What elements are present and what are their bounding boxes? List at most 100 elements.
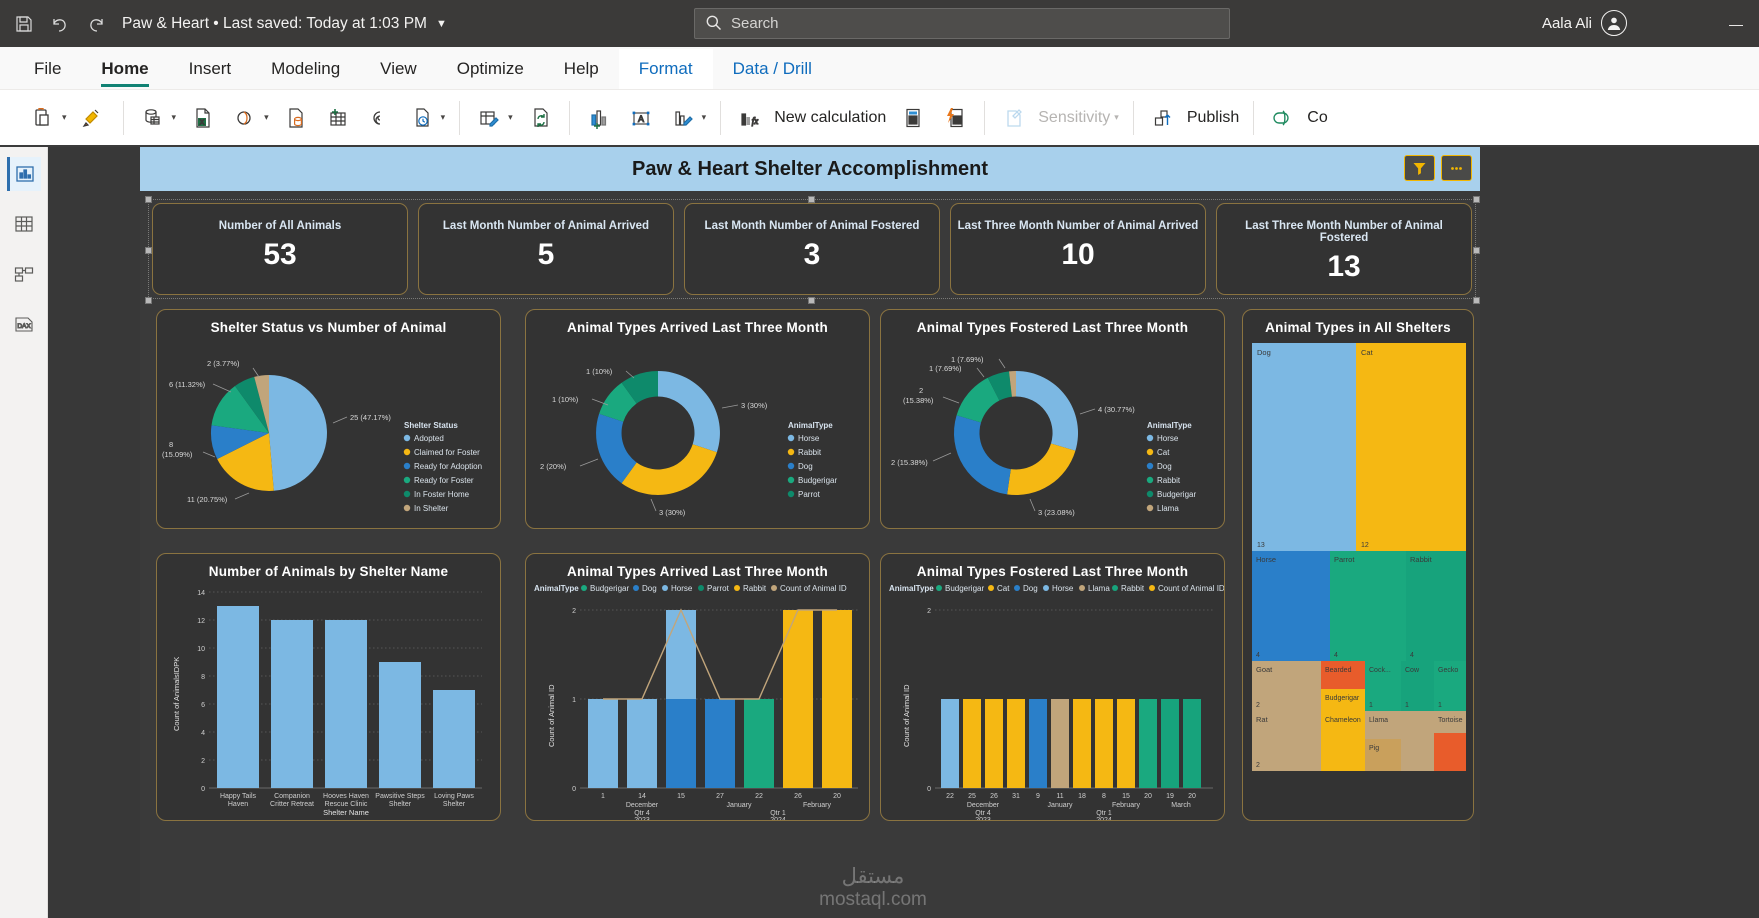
bar[interactable] bbox=[1029, 699, 1047, 788]
bar[interactable] bbox=[1073, 699, 1091, 788]
bar[interactable] bbox=[325, 620, 367, 788]
legend-item[interactable]: Budgerigar bbox=[945, 584, 984, 593]
legend-item[interactable]: Horse bbox=[1157, 434, 1179, 443]
bar[interactable] bbox=[705, 699, 735, 788]
legend-item[interactable]: Dog bbox=[798, 462, 813, 471]
legend-item[interactable]: In Foster Home bbox=[414, 490, 470, 499]
sidebar-item-report-view[interactable] bbox=[6, 157, 41, 191]
undo-icon[interactable] bbox=[42, 7, 78, 41]
tab-view[interactable]: View bbox=[360, 49, 437, 89]
legend-item[interactable]: Dog bbox=[642, 584, 657, 593]
copilot-button[interactable]: Co bbox=[1262, 95, 1333, 141]
legend-item[interactable]: Ready for Foster bbox=[414, 476, 474, 485]
resize-handle[interactable] bbox=[145, 247, 152, 254]
legend-item[interactable]: Ready for Adoption bbox=[414, 462, 482, 471]
legend-item[interactable]: Rabbit bbox=[1157, 476, 1181, 485]
tab-home[interactable]: Home bbox=[81, 49, 168, 89]
bar[interactable] bbox=[1183, 699, 1201, 788]
tab-format[interactable]: Format bbox=[618, 49, 713, 89]
bar[interactable] bbox=[744, 699, 774, 788]
legend-item[interactable]: Count of Animal ID bbox=[1158, 584, 1225, 593]
bar[interactable] bbox=[1007, 699, 1025, 788]
new-calculation-button[interactable]: fx New calculation bbox=[729, 95, 892, 141]
visual-animals-by-shelter-bar[interactable]: Number of Animals by Shelter Name Count … bbox=[156, 553, 501, 821]
bar[interactable] bbox=[822, 610, 852, 788]
publish-button[interactable]: Publish bbox=[1142, 95, 1245, 141]
bar[interactable] bbox=[379, 662, 421, 788]
search-input[interactable] bbox=[731, 15, 1219, 32]
bar[interactable] bbox=[588, 699, 618, 788]
refresh-button[interactable] bbox=[519, 95, 561, 141]
bar[interactable] bbox=[1139, 699, 1157, 788]
sidebar-item-dax-query-view[interactable]: DAX bbox=[7, 307, 41, 341]
bar[interactable] bbox=[963, 699, 981, 788]
legend-item[interactable]: Dog bbox=[1023, 584, 1038, 593]
resize-handle[interactable] bbox=[145, 196, 152, 203]
bar[interactable] bbox=[941, 699, 959, 788]
bar[interactable] bbox=[985, 699, 1003, 788]
visual-arrived-by-day-combo[interactable]: Animal Types Arrived Last Three Month An… bbox=[525, 553, 870, 821]
tab-modeling[interactable]: Modeling bbox=[251, 49, 360, 89]
legend-item[interactable]: Parrot bbox=[798, 490, 821, 499]
more-visuals-button[interactable]: ▾ bbox=[662, 95, 713, 141]
sensitivity-button[interactable]: Sensitivity ▾ bbox=[993, 95, 1125, 141]
legend-item[interactable]: Cat bbox=[997, 584, 1010, 593]
visual-animal-types-treemap[interactable]: Animal Types in All Shelters Dog 13 Cat … bbox=[1242, 309, 1474, 821]
legend-item[interactable]: Count of Animal ID bbox=[780, 584, 847, 593]
bar[interactable] bbox=[271, 620, 313, 788]
visual-animal-types-arrived-donut[interactable]: Animal Types Arrived Last Three Month 3 … bbox=[525, 309, 870, 529]
legend-item[interactable]: Cat bbox=[1157, 448, 1170, 457]
legend-item[interactable]: Dog bbox=[1157, 462, 1172, 471]
more-options-button[interactable] bbox=[1441, 155, 1472, 181]
chevron-down-icon[interactable]: ▼ bbox=[436, 18, 447, 30]
get-data-button[interactable]: ▾ bbox=[132, 95, 183, 141]
bar[interactable] bbox=[627, 699, 657, 788]
resize-handle[interactable] bbox=[808, 297, 815, 304]
kpi-card[interactable]: Last Month Number of Animal Arrived 5 bbox=[418, 203, 674, 295]
excel-workbook-button[interactable]: X bbox=[182, 95, 224, 141]
user-account[interactable]: Aala Ali bbox=[1542, 10, 1627, 36]
bar[interactable] bbox=[217, 606, 259, 788]
bar[interactable] bbox=[783, 610, 813, 788]
resize-handle[interactable] bbox=[1473, 297, 1480, 304]
visual-shelter-status-pie[interactable]: Shelter Status vs Number of Animal 25 (4… bbox=[156, 309, 501, 529]
paste-button[interactable]: ▾ bbox=[22, 95, 73, 141]
tab-help[interactable]: Help bbox=[544, 49, 619, 89]
legend-item[interactable]: Budgerigar bbox=[590, 584, 629, 593]
minimize-button[interactable]: — bbox=[1713, 0, 1759, 47]
bar[interactable] bbox=[1095, 699, 1113, 788]
dax-query-button[interactable] bbox=[934, 95, 976, 141]
legend-item[interactable]: Llama bbox=[1157, 504, 1179, 513]
legend-item[interactable]: Parrot bbox=[707, 584, 730, 593]
legend-item[interactable]: Budgerigar bbox=[1157, 490, 1196, 499]
sidebar-item-model-view[interactable] bbox=[7, 257, 41, 291]
kpi-card[interactable]: Number of All Animals 53 bbox=[152, 203, 408, 295]
legend-item[interactable]: Horse bbox=[1052, 584, 1074, 593]
dataverse-button[interactable] bbox=[359, 95, 401, 141]
legend-item[interactable]: Budgerigar bbox=[798, 476, 837, 485]
transform-data-button[interactable]: ▾ bbox=[468, 95, 519, 141]
tab-insert[interactable]: Insert bbox=[169, 49, 252, 89]
legend-item[interactable]: Rabbit bbox=[743, 584, 767, 593]
bar[interactable] bbox=[433, 690, 475, 788]
text-box-button[interactable]: A bbox=[620, 95, 662, 141]
resize-handle[interactable] bbox=[145, 297, 152, 304]
kpi-card[interactable]: Last Three Month Number of Animal Arrive… bbox=[950, 203, 1206, 295]
visual-animal-types-fostered-donut[interactable]: Animal Types Fostered Last Three Month 4… bbox=[880, 309, 1225, 529]
legend-item[interactable]: Horse bbox=[671, 584, 693, 593]
legend-item[interactable]: Llama bbox=[1088, 584, 1110, 593]
tab-file[interactable]: File bbox=[14, 49, 81, 89]
enter-data-button[interactable] bbox=[317, 95, 359, 141]
save-icon[interactable] bbox=[6, 7, 42, 41]
resize-handle[interactable] bbox=[808, 196, 815, 203]
filter-button[interactable] bbox=[1404, 155, 1435, 181]
legend-item[interactable]: Rabbit bbox=[1121, 584, 1145, 593]
sidebar-item-table-view[interactable] bbox=[7, 207, 41, 241]
kpi-card[interactable]: Last Month Number of Animal Fostered 3 bbox=[684, 203, 940, 295]
visual-fostered-by-day-bar[interactable]: Animal Types Fostered Last Three Month A… bbox=[880, 553, 1225, 821]
legend-item[interactable]: Adopted bbox=[414, 434, 444, 443]
bar[interactable] bbox=[1161, 699, 1179, 788]
format-painter-button[interactable] bbox=[73, 95, 115, 141]
legend-item[interactable]: Rabbit bbox=[798, 448, 822, 457]
new-visual-button[interactable] bbox=[578, 95, 620, 141]
